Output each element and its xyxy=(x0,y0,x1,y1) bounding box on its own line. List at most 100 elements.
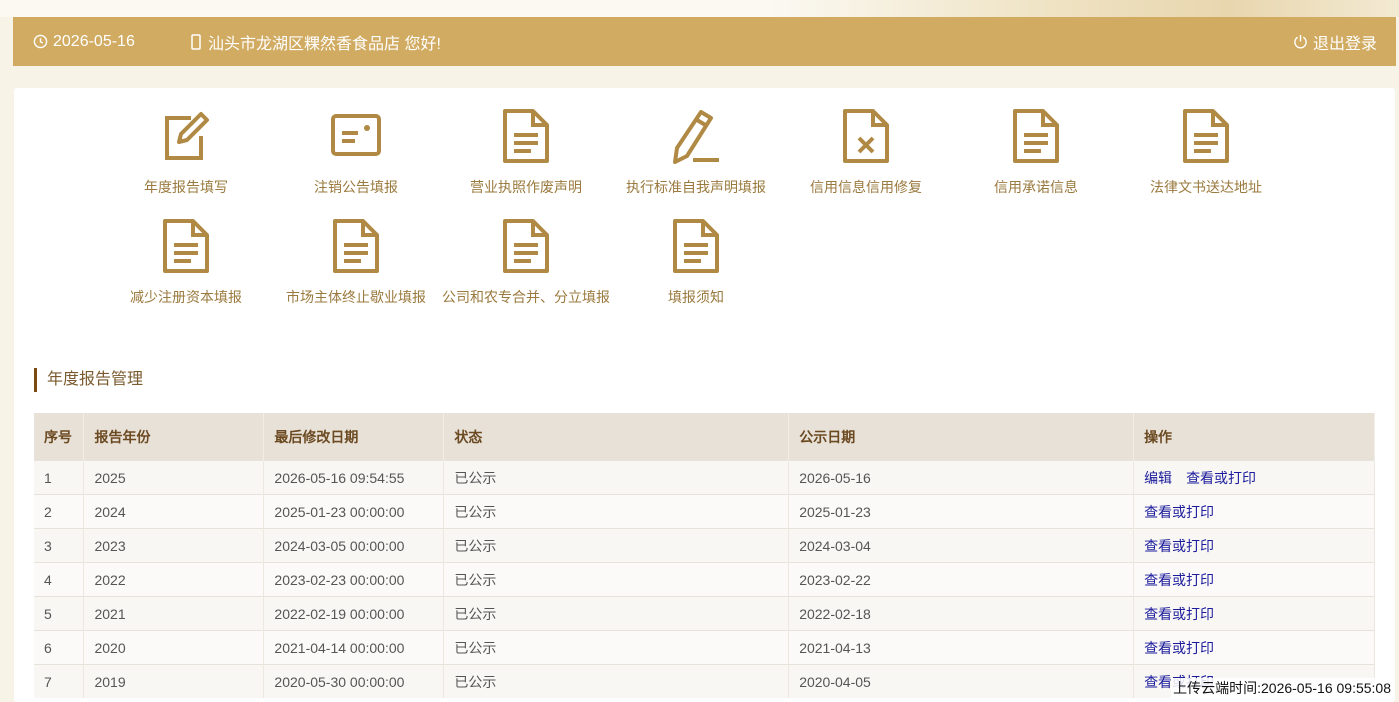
cell-year: 2025 xyxy=(83,460,265,495)
menu-cancel-notice[interactable]: 注销公告填报 xyxy=(271,88,441,198)
menu-label: 市场主体终止歇业填报 xyxy=(286,289,426,305)
cell-pub-date: 2023-02-22 xyxy=(788,562,1135,597)
cell-pub-date: 2025-01-23 xyxy=(788,494,1135,529)
header-date: 2026-05-16 xyxy=(33,17,135,66)
logout-label: 退出登录 xyxy=(1312,35,1377,53)
cell-year: 2020 xyxy=(83,630,265,665)
cell-no: 1 xyxy=(34,460,85,495)
menu-label: 减少注册资本填报 xyxy=(130,289,242,305)
menu-credit-commitment[interactable]: 信用承诺信息 xyxy=(951,88,1121,198)
menu-filing-notice[interactable]: 填报须知 xyxy=(611,198,781,308)
col-header-status: 状态 xyxy=(443,413,790,461)
cell-modified: 2020-05-30 00:00:00 xyxy=(263,664,445,698)
cell-modified: 2022-02-19 00:00:00 xyxy=(263,596,445,631)
view-print-link[interactable]: 查看或打印 xyxy=(1186,470,1256,486)
document-icon xyxy=(1013,109,1059,163)
table-row: 4 2022 2023-02-23 00:00:00 已公示 2023-02-2… xyxy=(34,562,1375,597)
menu-credit-repair[interactable]: 信用信息信用修复 xyxy=(781,88,951,198)
document-icon xyxy=(333,219,379,273)
cell-status: 已公示 xyxy=(443,630,790,665)
cell-no: 6 xyxy=(34,630,85,665)
col-header-year: 报告年份 xyxy=(83,413,265,461)
top-header: 2026-05-16 汕头市龙湖区粿然香食品店 您好! 退出登录 xyxy=(13,17,1396,66)
cell-no: 2 xyxy=(34,494,85,529)
cell-status: 已公示 xyxy=(443,460,790,495)
col-header-actions: 操作 xyxy=(1133,413,1375,461)
cell-actions: 查看或打印 xyxy=(1133,494,1375,529)
cell-no: 7 xyxy=(34,664,85,698)
logout-button[interactable]: 退出登录 xyxy=(1293,17,1377,66)
header-greeting-text: 汕头市龙湖区粿然香食品店 您好! xyxy=(208,35,441,53)
annual-report-table: 序号 报告年份 最后修改日期 状态 公示日期 操作 1 2025 2026-05… xyxy=(34,413,1375,698)
cell-year: 2024 xyxy=(83,494,265,529)
document-x-icon xyxy=(843,109,889,163)
menu-business-termination[interactable]: 市场主体终止歇业填报 xyxy=(271,198,441,308)
document-icon xyxy=(503,219,549,273)
menu-annual-report[interactable]: 年度报告填写 xyxy=(101,88,271,198)
cell-status: 已公示 xyxy=(443,528,790,563)
pen-icon xyxy=(673,110,719,164)
cell-pub-date: 2022-02-18 xyxy=(788,596,1135,631)
cell-pub-date: 2024-03-04 xyxy=(788,528,1135,563)
cell-actions: 编辑 查看或打印 xyxy=(1133,460,1375,495)
view-print-link[interactable]: 查看或打印 xyxy=(1144,606,1214,622)
clock-icon xyxy=(33,34,48,49)
col-header-no: 序号 xyxy=(34,413,85,461)
col-header-pub-date: 公示日期 xyxy=(788,413,1135,461)
menu-label: 填报须知 xyxy=(668,289,724,305)
menu-label: 法律文书送达地址 xyxy=(1150,179,1262,195)
menu-label: 年度报告填写 xyxy=(144,179,228,195)
edit-link[interactable]: 编辑 xyxy=(1144,470,1172,486)
menu-label: 信用承诺信息 xyxy=(994,179,1078,195)
document-icon xyxy=(1183,109,1229,163)
cell-status: 已公示 xyxy=(443,664,790,698)
cell-year: 2022 xyxy=(83,562,265,597)
cell-status: 已公示 xyxy=(443,562,790,597)
cell-no: 4 xyxy=(34,562,85,597)
view-print-link[interactable]: 查看或打印 xyxy=(1144,538,1214,554)
document-icon xyxy=(163,219,209,273)
table-row: 5 2021 2022-02-19 00:00:00 已公示 2022-02-1… xyxy=(34,596,1375,631)
cell-modified: 2026-05-16 09:54:55 xyxy=(263,460,445,495)
cell-year: 2023 xyxy=(83,528,265,563)
header-greeting: 汕头市龙湖区粿然香食品店 您好! xyxy=(189,17,441,66)
cell-no: 3 xyxy=(34,528,85,563)
upload-time: 上传云端时间:2026-05-16 09:55:08 xyxy=(1171,678,1393,698)
menu-label: 营业执照作废声明 xyxy=(470,179,582,195)
view-print-link[interactable]: 查看或打印 xyxy=(1144,572,1214,588)
menu-capital-reduction[interactable]: 减少注册资本填报 xyxy=(101,198,271,308)
document-icon xyxy=(673,219,719,273)
col-header-modified: 最后修改日期 xyxy=(263,413,445,461)
top-decoration xyxy=(0,0,1399,17)
cell-status: 已公示 xyxy=(443,494,790,529)
cell-pub-date: 2020-04-05 xyxy=(788,664,1135,698)
menu-label: 执行标准自我声明填报 xyxy=(626,179,766,195)
menu-label: 注销公告填报 xyxy=(314,179,398,195)
power-icon xyxy=(1294,34,1307,49)
menu-label: 公司和农专合并、分立填报 xyxy=(442,289,610,305)
cell-modified: 2024-03-05 00:00:00 xyxy=(263,528,445,563)
cell-modified: 2025-01-23 00:00:00 xyxy=(263,494,445,529)
section-title: 年度报告管理 xyxy=(34,368,143,392)
menu-merger-split[interactable]: 公司和农专合并、分立填报 xyxy=(441,198,611,308)
menu-license-void[interactable]: 营业执照作废声明 xyxy=(441,88,611,198)
table-row: 2 2024 2025-01-23 00:00:00 已公示 2025-01-2… xyxy=(34,494,1375,529)
table-row: 3 2023 2024-03-05 00:00:00 已公示 2024-03-0… xyxy=(34,528,1375,563)
menu-legal-address[interactable]: 法律文书送达地址 xyxy=(1121,88,1291,198)
cell-modified: 2021-04-14 00:00:00 xyxy=(263,630,445,665)
cell-pub-date: 2026-05-16 xyxy=(788,460,1135,495)
view-print-link[interactable]: 查看或打印 xyxy=(1144,640,1214,656)
edit-icon xyxy=(165,112,209,160)
menu-label: 信用信息信用修复 xyxy=(810,179,922,195)
cell-actions: 查看或打印 xyxy=(1133,596,1375,631)
cell-year: 2021 xyxy=(83,596,265,631)
cell-pub-date: 2021-04-13 xyxy=(788,630,1135,665)
table-row: 6 2020 2021-04-14 00:00:00 已公示 2021-04-1… xyxy=(34,630,1375,665)
view-print-link[interactable]: 查看或打印 xyxy=(1144,504,1214,520)
table-row: 1 2025 2026-05-16 09:54:55 已公示 2026-05-1… xyxy=(34,460,1375,495)
cell-no: 5 xyxy=(34,596,85,631)
menu-standard-declaration[interactable]: 执行标准自我声明填报 xyxy=(611,88,781,198)
header-date-text: 2026-05-16 xyxy=(53,33,135,50)
cell-actions: 查看或打印 xyxy=(1133,562,1375,597)
cell-actions: 查看或打印 xyxy=(1133,528,1375,563)
